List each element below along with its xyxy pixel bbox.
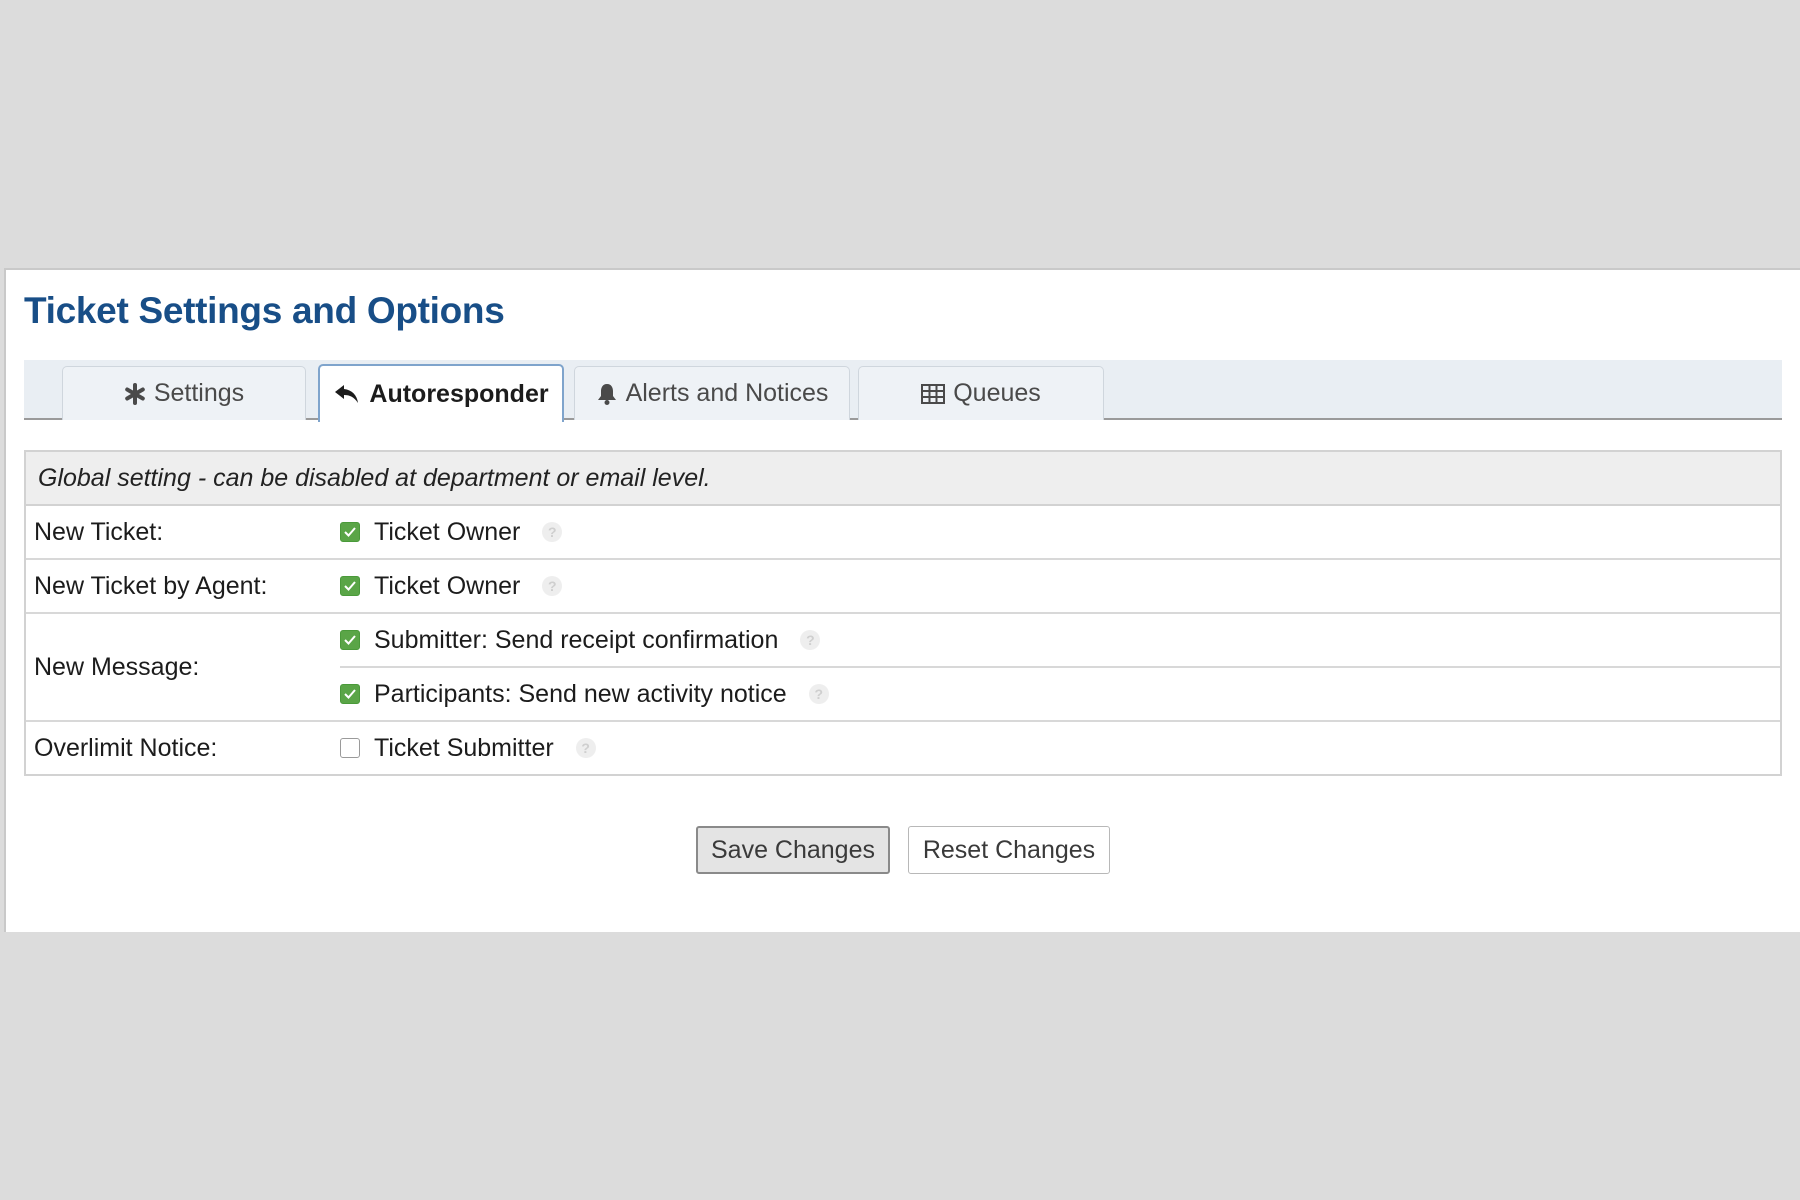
table-row-new-ticket: New Ticket: Ticket Owner ?: [26, 506, 1780, 560]
help-icon[interactable]: ?: [575, 738, 596, 758]
tab-alerts-and-notices[interactable]: Alerts and Notices: [574, 366, 850, 420]
option-agent-ticket-owner: Ticket Owner ?: [340, 560, 1780, 612]
option-label: Submitter: Send receipt confirmation: [374, 625, 779, 654]
row-label: New Message:: [34, 652, 200, 681]
asterisk-icon: [124, 382, 146, 405]
option-new-ticket-owner: Ticket Owner ?: [340, 506, 1780, 558]
reply-all-icon: [333, 383, 361, 405]
checkbox-agent-ticket-owner[interactable]: [340, 576, 360, 596]
tab-settings-label: Settings: [153, 379, 245, 407]
tab-autoresponder[interactable]: Autoresponder: [318, 364, 564, 422]
table-row-new-message: New Message: Submitter: Send receipt con…: [26, 614, 1780, 722]
tab-bar: Settings Autoresponder Alerts and Notice…: [24, 360, 1782, 422]
tab-queues-label: Queues: [953, 379, 1041, 407]
checkbox-participants-activity[interactable]: [340, 684, 360, 704]
option-participants-activity: Participants: Send new activity notice ?: [340, 666, 1780, 720]
help-icon[interactable]: ?: [542, 522, 563, 542]
checkbox-ticket-submitter[interactable]: [340, 738, 360, 758]
help-icon[interactable]: ?: [542, 576, 563, 596]
option-label: Ticket Submitter: [374, 733, 554, 762]
reset-changes-button[interactable]: Reset Changes: [908, 826, 1110, 874]
tab-queues[interactable]: Queues: [858, 366, 1104, 420]
row-label: New Ticket by Agent:: [34, 571, 268, 600]
global-setting-notice: Global setting - can be disabled at depa…: [26, 452, 1780, 506]
option-label: Participants: Send new activity notice: [374, 679, 787, 708]
page-title: Ticket Settings and Options: [24, 290, 505, 331]
table-row-new-ticket-by-agent: New Ticket by Agent: Ticket Owner ?: [26, 560, 1780, 614]
tab-settings[interactable]: Settings: [62, 366, 306, 420]
table-icon: [921, 383, 946, 404]
option-label: Ticket Owner: [374, 517, 521, 546]
tab-alerts-label: Alerts and Notices: [625, 379, 829, 407]
autoresponder-settings-table: Global setting - can be disabled at depa…: [24, 450, 1782, 776]
ticket-settings-panel: Ticket Settings and Options Settings Aut…: [4, 268, 1800, 932]
option-submitter-receipt: Submitter: Send receipt confirmation ?: [340, 614, 1780, 666]
help-icon[interactable]: ?: [800, 630, 821, 650]
row-label: New Ticket:: [34, 517, 164, 546]
bell-icon: [596, 382, 618, 406]
help-icon[interactable]: ?: [808, 684, 829, 704]
checkbox-submitter-receipt[interactable]: [340, 630, 360, 650]
option-label: Ticket Owner: [374, 571, 521, 600]
checkbox-new-ticket-owner[interactable]: [340, 522, 360, 542]
table-row-overlimit-notice: Overlimit Notice: Ticket Submitter ?: [26, 722, 1780, 774]
option-ticket-submitter: Ticket Submitter ?: [340, 722, 1780, 774]
row-label: Overlimit Notice:: [34, 733, 218, 762]
tab-autoresponder-label: Autoresponder: [369, 379, 549, 408]
save-changes-button[interactable]: Save Changes: [696, 826, 890, 874]
